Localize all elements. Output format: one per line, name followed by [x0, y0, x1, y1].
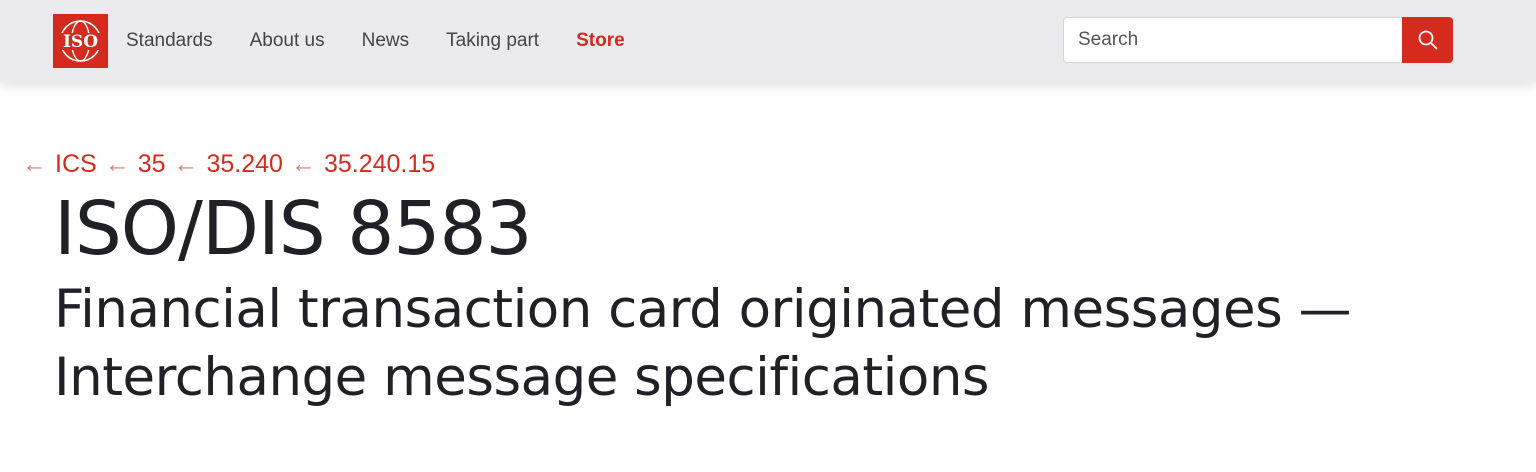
- nav-standards[interactable]: Standards: [126, 27, 213, 55]
- search-input[interactable]: [1063, 17, 1403, 63]
- iso-logo[interactable]: ISO: [53, 14, 108, 68]
- main-nav: Standards About us News Taking part Stor…: [126, 27, 662, 55]
- iso-globe-logo-icon: ISO: [56, 20, 105, 62]
- arrow-left-icon: ←: [173, 150, 199, 178]
- page-subtitle: Financial transaction card originated me…: [54, 279, 1352, 408]
- logo-text: ISO: [63, 32, 98, 52]
- breadcrumb: ← ICS ← 35 ← 35.240 ← 35.240.15: [22, 150, 443, 179]
- search-icon: [1418, 30, 1438, 50]
- arrow-left-icon: ←: [22, 150, 47, 178]
- breadcrumb-item-35-240[interactable]: ← 35.240: [174, 150, 283, 179]
- page-title: ISO/DIS 8583: [54, 186, 533, 272]
- breadcrumb-label: 35.240: [206, 150, 283, 178]
- breadcrumb-item-35[interactable]: ← 35: [105, 150, 166, 179]
- breadcrumb-item-ics[interactable]: ← ICS: [22, 150, 97, 179]
- breadcrumb-label: 35.240.15: [323, 150, 436, 178]
- arrow-left-icon: ←: [104, 150, 130, 178]
- arrow-left-icon: ←: [290, 150, 316, 178]
- search-button[interactable]: [1402, 17, 1453, 63]
- nav-taking-part[interactable]: Taking part: [446, 27, 539, 55]
- nav-about-us[interactable]: About us: [250, 27, 325, 55]
- nav-news[interactable]: News: [362, 27, 410, 55]
- search-form: [1063, 17, 1453, 63]
- breadcrumb-item-35-240-15[interactable]: ← 35.240.15: [291, 150, 435, 179]
- top-header-bar: ISO Standards About us News Taking part …: [0, 0, 1536, 82]
- breadcrumb-label: 35: [137, 150, 166, 178]
- breadcrumb-label: ICS: [55, 150, 97, 178]
- nav-store[interactable]: Store: [576, 27, 625, 55]
